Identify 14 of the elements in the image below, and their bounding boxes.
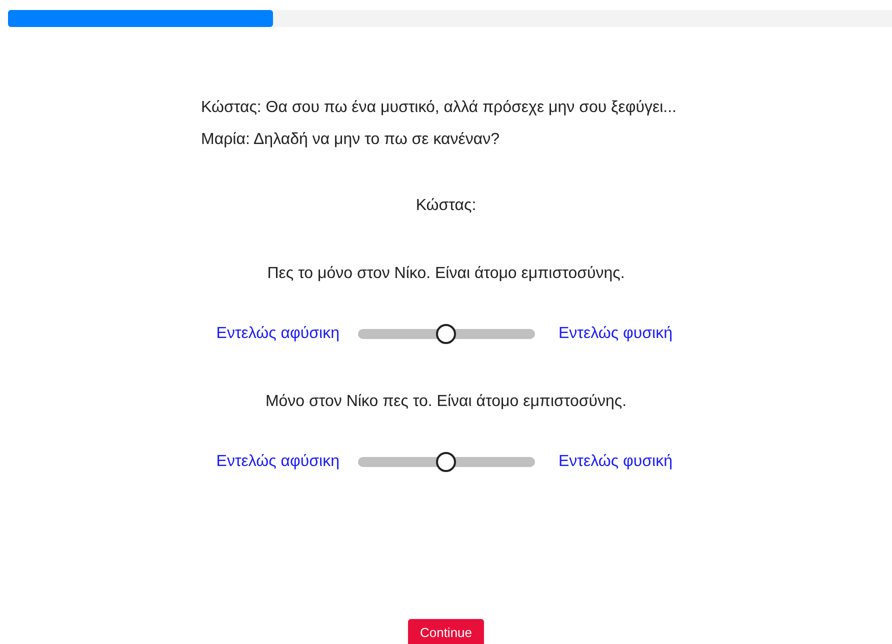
- speaker-label: Κώστας:: [416, 196, 476, 216]
- rating-slider[interactable]: [358, 324, 534, 344]
- dialogue-line: Κώστας: Θα σου πω ένα μυστικό, αλλά πρόσεχε μην σου ξεφύγει...: [201, 98, 676, 118]
- scale-min-label: Εντελώς αφύσικη: [215, 453, 340, 471]
- scale-max-label: Εντελώς φυσική: [558, 325, 674, 343]
- rating-slider[interactable]: [358, 452, 534, 472]
- sentence-text: Πες το μόνο στον Νίκο. Είναι άτομο εμπιστοσύνης.: [267, 264, 625, 284]
- sentence-text: Μόνο στον Νίκο πες το. Είναι άτομο εμπιστοσύνης.: [265, 392, 627, 412]
- dialogue-line: Μαρία: Δηλαδή να μην το πω σε κανέναν?: [201, 130, 501, 150]
- slider-thumb[interactable]: [436, 452, 456, 472]
- scale-min-label: Εντελώς αφύσικη: [215, 325, 340, 343]
- scale-max-label: Εντελώς φυσική: [558, 453, 674, 471]
- slider-thumb[interactable]: [436, 324, 456, 344]
- continue-button[interactable]: Continue: [408, 619, 484, 644]
